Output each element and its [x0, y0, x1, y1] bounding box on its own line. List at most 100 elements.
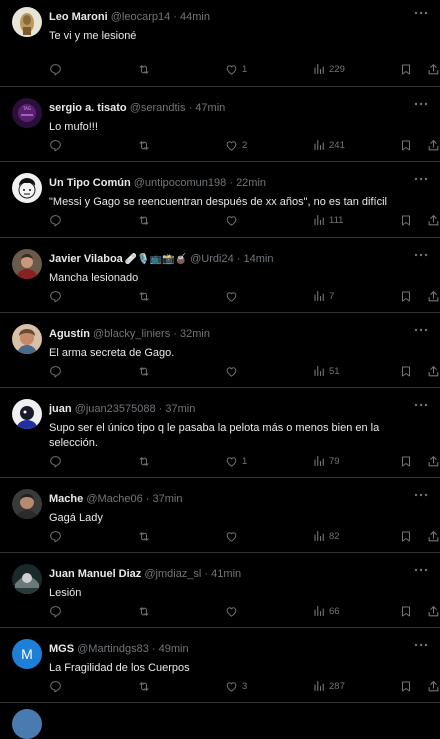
reply-button[interactable] — [49, 138, 66, 152]
tweet[interactable]: Un Tipo Común @untipocomun198 · 22min "M… — [0, 162, 440, 238]
tweet-time[interactable]: 41min — [211, 568, 241, 580]
tweet-time[interactable]: 49min — [159, 643, 189, 655]
share-button[interactable] — [427, 138, 440, 152]
views-button[interactable]: 229 — [313, 62, 345, 76]
bookmark-button[interactable] — [400, 289, 412, 303]
author-handle[interactable]: @juan23575088 — [75, 403, 156, 415]
bookmark-button[interactable] — [400, 454, 412, 468]
bookmark-button[interactable] — [400, 62, 412, 76]
tweet[interactable]: Mache @Mache06 · 37min Gagá Lady 82 — [0, 478, 440, 553]
tweet-time[interactable]: 14min — [244, 253, 274, 265]
tweet[interactable]: M MGS @Martindgs83 · 49min La Fragilidad… — [0, 628, 440, 703]
avatar[interactable] — [12, 324, 42, 354]
views-button[interactable]: 51 — [313, 364, 340, 378]
more-options-icon[interactable] — [414, 252, 428, 258]
author-handle[interactable]: @serandtis — [130, 102, 186, 114]
more-options-icon[interactable] — [414, 642, 428, 648]
tweet-time[interactable]: 37min — [165, 403, 195, 415]
retweet-button[interactable] — [137, 454, 155, 468]
views-button[interactable]: 241 — [313, 138, 345, 152]
author-handle[interactable]: @blacky_liniers — [93, 328, 170, 340]
views-button[interactable]: 82 — [313, 529, 340, 543]
author-handle[interactable]: @jmdiaz_sl — [144, 568, 201, 580]
like-button[interactable]: 3 — [225, 679, 247, 693]
reply-button[interactable] — [49, 62, 66, 76]
more-options-icon[interactable] — [414, 327, 428, 333]
share-button[interactable] — [427, 364, 440, 378]
retweet-button[interactable] — [137, 213, 155, 227]
share-button[interactable] — [427, 62, 440, 76]
share-button[interactable] — [427, 604, 440, 618]
tweet[interactable]: Juan Manuel Diaz @jmdiaz_sl · 41min Lesi… — [0, 553, 440, 628]
more-options-icon[interactable] — [414, 567, 428, 573]
share-button[interactable] — [427, 679, 440, 693]
tweet-time[interactable]: 22min — [236, 177, 266, 189]
bookmark-button[interactable] — [400, 213, 412, 227]
more-options-icon[interactable] — [414, 176, 428, 182]
author-handle[interactable]: @untipocomun198 — [134, 177, 227, 189]
like-button[interactable] — [225, 213, 242, 227]
share-button[interactable] — [427, 213, 440, 227]
more-options-icon[interactable] — [414, 10, 428, 16]
bookmark-button[interactable] — [400, 364, 412, 378]
bookmark-button[interactable] — [400, 529, 412, 543]
author-name[interactable]: Un Tipo Común — [49, 177, 131, 189]
author-handle[interactable]: @leocarp14 — [111, 11, 170, 23]
author-name[interactable]: juan — [49, 403, 72, 415]
views-button[interactable]: 7 — [313, 289, 334, 303]
retweet-button[interactable] — [137, 529, 155, 543]
retweet-button[interactable] — [137, 679, 155, 693]
tweet[interactable]: TAG sergio a. tisato @serandtis · 47min … — [0, 87, 440, 162]
share-button[interactable] — [427, 529, 440, 543]
tweet[interactable]: Javier Vilaboa 🩹🎙️📺📸🧉 @Urdi24 · 14min Man… — [0, 238, 440, 313]
views-button[interactable]: 111 — [313, 213, 343, 227]
more-options-icon[interactable] — [414, 101, 428, 107]
tweet[interactable]: Leo Maroni @leocarp14 · 44min Te vi y me… — [0, 0, 440, 87]
share-button[interactable] — [427, 289, 440, 303]
avatar[interactable] — [12, 489, 42, 519]
bookmark-button[interactable] — [400, 604, 412, 618]
tweet-time[interactable]: 44min — [180, 11, 210, 23]
retweet-button[interactable] — [137, 289, 155, 303]
views-button[interactable]: 287 — [313, 679, 345, 693]
author-handle[interactable]: @Urdi24 — [190, 253, 234, 265]
author-name[interactable]: Agustín — [49, 328, 90, 340]
retweet-button[interactable] — [137, 364, 155, 378]
like-button[interactable] — [225, 604, 242, 618]
reply-button[interactable] — [49, 289, 66, 303]
like-button[interactable]: 1 — [225, 454, 247, 468]
reply-button[interactable] — [49, 679, 66, 693]
like-button[interactable]: 2 — [225, 138, 247, 152]
retweet-button[interactable] — [137, 138, 155, 152]
bookmark-button[interactable] — [400, 679, 412, 693]
reply-button[interactable] — [49, 604, 66, 618]
tweet-time[interactable]: 32min — [180, 328, 210, 340]
author-name[interactable]: Leo Maroni — [49, 11, 108, 23]
avatar[interactable] — [12, 173, 42, 203]
avatar[interactable]: TAG — [12, 98, 42, 128]
author-handle[interactable]: @Martindgs83 — [77, 643, 149, 655]
like-button[interactable] — [225, 364, 242, 378]
bookmark-button[interactable] — [400, 138, 412, 152]
like-button[interactable] — [225, 529, 242, 543]
tweet[interactable]: Agustín @blacky_liniers · 32min El arma … — [0, 313, 440, 388]
reply-button[interactable] — [49, 529, 66, 543]
reply-button[interactable] — [49, 213, 66, 227]
author-name[interactable]: Juan Manuel Diaz — [49, 568, 141, 580]
author-name[interactable]: MGS — [49, 643, 74, 655]
avatar[interactable] — [12, 7, 42, 37]
tweet[interactable]: juan @juan23575088 · 37min Supo ser el ú… — [0, 388, 440, 478]
views-button[interactable]: 66 — [313, 604, 340, 618]
author-name[interactable]: Javier Vilaboa — [49, 253, 123, 265]
views-button[interactable]: 79 — [313, 454, 340, 468]
avatar[interactable]: M — [12, 639, 42, 669]
avatar[interactable] — [12, 249, 42, 279]
reply-button[interactable] — [49, 364, 66, 378]
retweet-button[interactable] — [137, 604, 155, 618]
tweet-time[interactable]: 37min — [153, 493, 183, 505]
author-name[interactable]: sergio a. tisato — [49, 102, 127, 114]
avatar[interactable] — [12, 564, 42, 594]
retweet-button[interactable] — [137, 62, 155, 76]
like-button[interactable]: 1 — [225, 62, 247, 76]
author-handle[interactable]: @Mache06 — [86, 493, 142, 505]
